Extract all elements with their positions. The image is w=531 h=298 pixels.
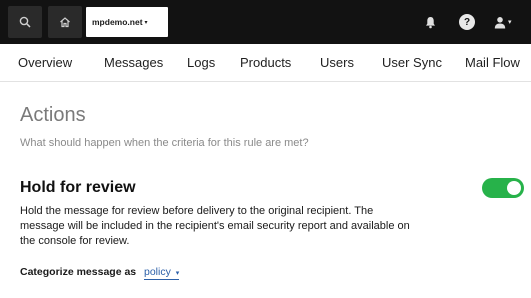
section-title: Actions (20, 104, 86, 126)
tab-users[interactable]: Users (320, 55, 354, 70)
bell-icon (426, 16, 435, 28)
user-menu-button[interactable]: ▾ (494, 12, 512, 32)
home-button[interactable] (48, 6, 82, 38)
tab-user-sync[interactable]: User Sync (382, 55, 442, 70)
chevron-down-icon: ▾ (144, 19, 148, 26)
search-icon (19, 16, 31, 28)
home-icon (60, 17, 70, 28)
search-button[interactable] (8, 6, 42, 38)
user-icon (494, 16, 506, 28)
hold-for-review-description: Hold the message for review before deliv… (20, 205, 410, 247)
chevron-down-icon: ▾ (508, 19, 512, 26)
hold-for-review-toggle[interactable] (482, 178, 524, 198)
toggle-knob (507, 181, 521, 195)
section-subtitle: What should happen when the criteria for… (20, 137, 309, 149)
category-dropdown[interactable]: policy ▾ (144, 266, 180, 280)
top-bar: mpdemo.net ▾ ? ▾ (0, 0, 531, 44)
domain-label: mpdemo.net (92, 17, 143, 27)
domain-selector[interactable]: mpdemo.net ▾ (86, 7, 168, 37)
help-icon: ? (463, 16, 471, 28)
tab-messages[interactable]: Messages (104, 55, 163, 70)
main-nav: Overview Messages Logs Products Users Us… (0, 44, 531, 82)
tab-logs[interactable]: Logs (187, 55, 215, 70)
tab-mail-flow[interactable]: Mail Flow (465, 55, 520, 70)
category-value: policy (144, 266, 171, 278)
notifications-button[interactable] (425, 12, 436, 32)
help-button[interactable]: ? (459, 14, 475, 30)
categorize-label: Categorize message as (20, 266, 137, 278)
tab-products[interactable]: Products (240, 55, 291, 70)
tab-overview[interactable]: Overview (18, 55, 72, 70)
hold-for-review-title: Hold for review (20, 179, 136, 196)
chevron-down-icon: ▾ (175, 270, 180, 277)
